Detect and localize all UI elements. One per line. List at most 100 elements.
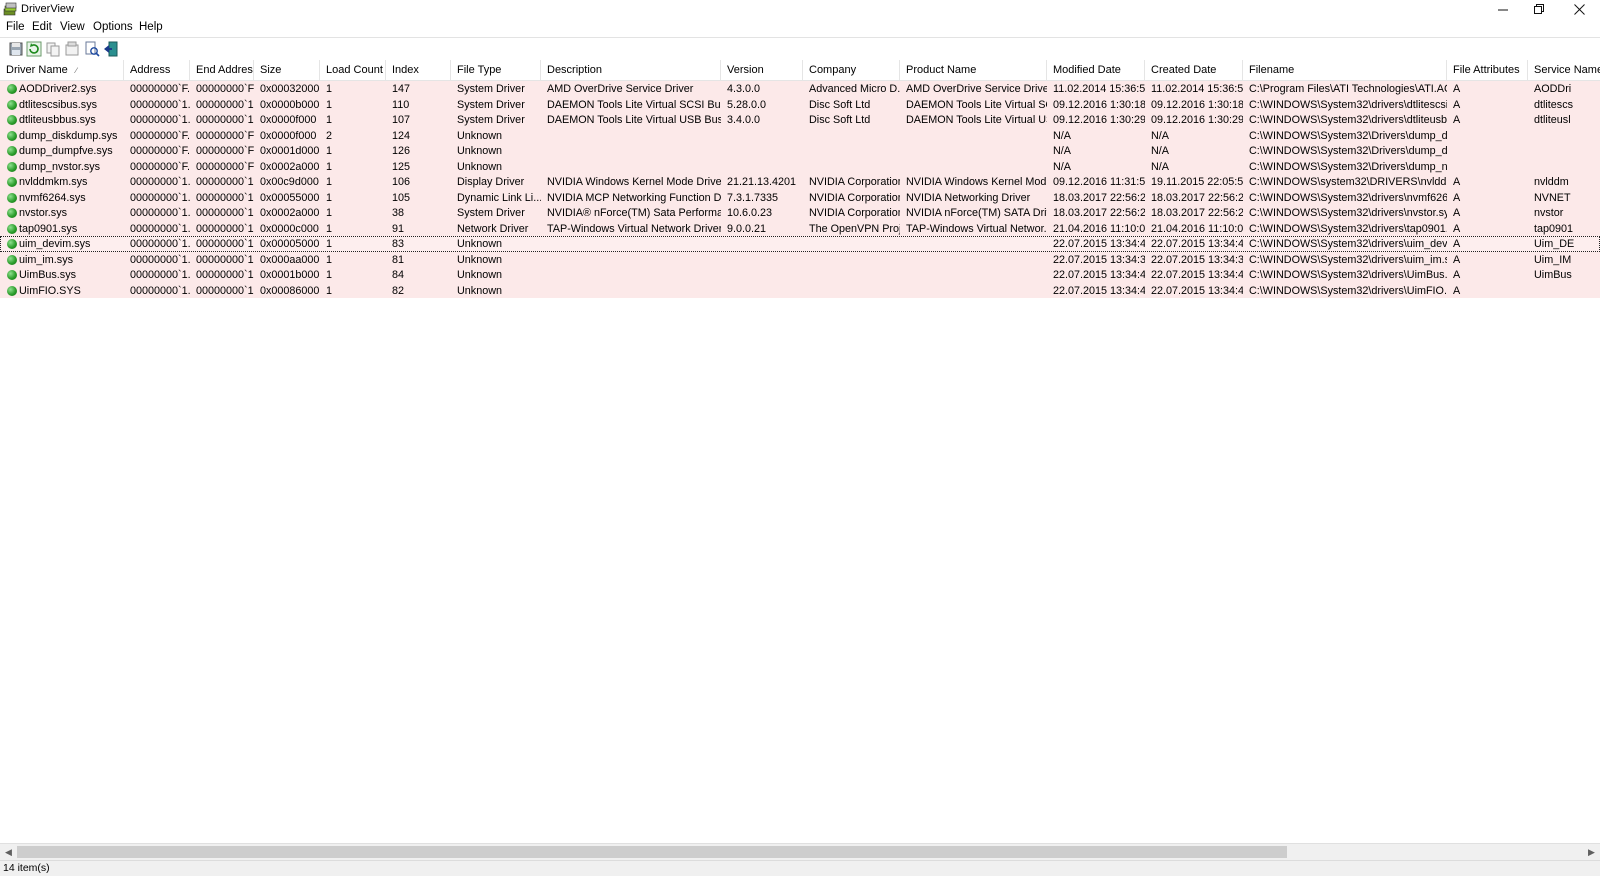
driver-list[interactable]: Driver Name ∕ Address End Address Size Load C… [0, 60, 1600, 843]
column-header-label: Size [260, 64, 282, 76]
table-row[interactable]: UimFIO.SYS 00000000`1... 00000000`1... 0x00… [0, 282, 1600, 299]
close-button[interactable] [1556, 0, 1600, 19]
column-header-created-date[interactable]: Created Date [1145, 60, 1243, 80]
cell-created-date: N/A [1151, 145, 1169, 157]
copy-icon[interactable] [45, 41, 61, 57]
column-header-size[interactable]: Size [254, 60, 320, 80]
cell-end-address: 00000000`1... [196, 114, 254, 126]
cell-file-type: Unknown [457, 129, 503, 142]
properties-icon[interactable] [64, 41, 80, 57]
cell-filename: C:\WINDOWS\System32\drivers\UimFIO.SYS [1249, 284, 1447, 297]
driverview-window: DriverView File Edit View Options Help D… [0, 0, 1600, 876]
cell-end-address: 00000000`1... [196, 269, 254, 281]
cell-filename: C:\WINDOWS\System32\drivers\tap0901.sys [1249, 222, 1447, 235]
cell-modified-date: 18.03.2017 22:56:25 [1053, 207, 1145, 219]
menu-help[interactable]: Help [139, 21, 163, 33]
cell-modified-date: 22.07.2015 13:34:40 [1053, 284, 1145, 297]
column-header-service-name[interactable]: Service Name [1528, 60, 1600, 80]
cell-created-date: 22.07.2015 13:34:40 [1151, 238, 1243, 250]
menu-file[interactable]: File [6, 21, 25, 33]
cell-size: 0x0000f000 [260, 129, 317, 142]
cell-product-name [900, 159, 1047, 175]
column-header-file-type[interactable]: File Type [451, 60, 541, 80]
column-header-label: Load Count [326, 64, 383, 76]
table-row[interactable]: dtliteusbbus.sys 00000000`1... 00000000`1.… [0, 112, 1600, 128]
table-row[interactable]: tap0901.sys 00000000`1... 00000000`1... 0x0… [0, 220, 1600, 237]
menu-edit[interactable]: Edit [32, 21, 52, 33]
column-header-driver-name[interactable]: Driver Name ∕ [0, 60, 124, 80]
scroll-left-button[interactable]: ◀ [0, 844, 17, 861]
cell-filename: C:\WINDOWS\System32\drivers\uim_im.sys [1249, 253, 1447, 266]
table-row[interactable]: dtlitescsibus.sys 00000000`1... 00000000`1… [0, 96, 1600, 113]
cell-modified-date: 22.07.2015 13:34:40 [1053, 269, 1145, 281]
cell-end-address: 00000000`1... [196, 191, 254, 204]
cell-modified-date: 21.04.2016 11:10:04 [1053, 222, 1145, 235]
cell-size: 0x0002a000 [260, 160, 320, 173]
exit-icon[interactable] [103, 41, 119, 57]
cell-address: 00000000`1... [130, 253, 190, 266]
table-row[interactable]: uim_devim.sys 00000000`1... 00000000`1... 0… [0, 236, 1600, 252]
cell-size: 0x0002a000 [260, 207, 320, 219]
refresh-icon[interactable] [26, 41, 42, 57]
cell-size: 0x0000f000 [260, 114, 317, 126]
cell-company: Disc Soft Ltd [809, 98, 871, 111]
cell-description: NVIDIA® nForce(TM) Sata Performan... [547, 207, 721, 219]
table-row[interactable]: nvmf6264.sys 00000000`1... 00000000`1... 0x… [0, 189, 1600, 206]
cell-address: 00000000`1... [130, 176, 190, 188]
cell-load-count: 2 [326, 129, 333, 142]
cell-product-name [900, 143, 1047, 159]
menu-edit-label: Edit [32, 21, 52, 33]
cell-description [541, 159, 721, 175]
scrollbar-thumb[interactable] [17, 846, 1287, 858]
cell-driver-name: dump_diskdump.sys [19, 129, 118, 142]
cell-filename: C:\WINDOWS\System32\drivers\nvmf6264.... [1249, 191, 1447, 204]
table-row[interactable]: nvstor.sys 00000000`1... 00000000`1... 0x00… [0, 205, 1600, 221]
table-row[interactable]: AODDriver2.sys 00000000`F... 00000000`F...… [0, 81, 1600, 97]
column-header-label: Created Date [1151, 64, 1217, 76]
table-row[interactable]: dump_nvstor.sys 00000000`F... 00000000`F..… [0, 158, 1600, 175]
column-header-label: File Attributes [1453, 64, 1520, 76]
column-header-address[interactable]: Address [124, 60, 190, 80]
column-header-company[interactable]: Company [803, 60, 900, 80]
column-header-load-count[interactable]: Load Count [320, 60, 386, 80]
cell-load-count: 1 [326, 160, 333, 173]
table-row[interactable]: uim_im.sys 00000000`1... 00000000`1... 0x00… [0, 251, 1600, 268]
cell-file-attributes: A [1453, 191, 1461, 204]
column-header-modified-date[interactable]: Modified Date [1047, 60, 1145, 80]
column-header-label: Modified Date [1053, 64, 1121, 76]
table-row[interactable]: dump_diskdump.sys 00000000`F... 00000000`F… [0, 127, 1600, 144]
cell-driver-name: dump_nvstor.sys [19, 160, 101, 173]
cell-filename: C:\WINDOWS\System32\Drivers\dump_nvs... [1249, 160, 1447, 173]
cell-service-name: dtlitescs [1534, 98, 1574, 111]
menu-options[interactable]: Options [93, 21, 133, 33]
column-header-label: Index [392, 64, 419, 76]
scroll-right-button[interactable]: ▶ [1583, 844, 1600, 861]
column-header-end-address[interactable]: End Address [190, 60, 254, 80]
column-header-product-name[interactable]: Product Name [900, 60, 1047, 80]
horizontal-scrollbar[interactable]: ◀ ▶ [0, 843, 1600, 861]
column-header-filename[interactable]: Filename [1243, 60, 1447, 80]
cell-file-type: Unknown [457, 284, 503, 297]
cell-filename: C:\WINDOWS\System32\drivers\UimBus.sys [1249, 269, 1447, 281]
cell-file-type: Network Driver [457, 222, 529, 235]
column-header-file-attributes[interactable]: File Attributes [1447, 60, 1528, 80]
table-row[interactable]: dump_dumpfve.sys 00000000`F... 00000000`F.… [0, 143, 1600, 159]
cell-service-name: tap0901 [1534, 222, 1574, 235]
find-icon[interactable] [84, 41, 100, 57]
column-header-label: Driver Name [6, 64, 68, 76]
cell-driver-name: uim_devim.sys [19, 238, 91, 250]
cell-service-name: NVNET [1534, 191, 1571, 204]
table-row[interactable]: nvlddmkm.sys 00000000`1... 00000000`1... 0x… [0, 174, 1600, 190]
cell-description [541, 252, 721, 268]
cell-product-name: NVIDIA Windows Kernel Mod... [906, 176, 1047, 188]
column-header-label: Filename [1249, 64, 1295, 76]
save-icon[interactable] [8, 41, 24, 57]
table-row[interactable]: UimBus.sys 00000000`1... 00000000`1... 0x00… [0, 267, 1600, 283]
cell-product-name: AMD OverDrive Service Driver [906, 83, 1047, 95]
cell-company: Advanced Micro D... [809, 83, 900, 95]
column-header-version[interactable]: Version [721, 60, 803, 80]
menu-view[interactable]: View [60, 21, 85, 33]
column-header-description[interactable]: Description [541, 60, 721, 80]
column-header-index[interactable]: Index [386, 60, 451, 80]
cell-company: NVIDIA Corporation [809, 207, 900, 219]
